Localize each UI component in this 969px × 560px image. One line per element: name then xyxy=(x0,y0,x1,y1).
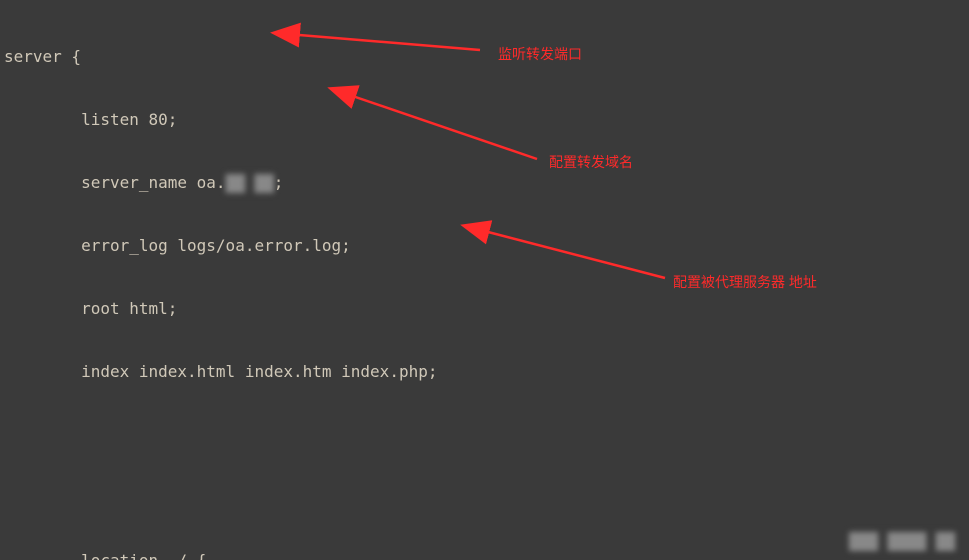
code-line: error_log logs/oa.error.log; xyxy=(4,235,969,256)
code-line: listen 80; xyxy=(4,109,969,130)
redacted-text: ██ ██ xyxy=(226,173,274,194)
code-line: server_name oa.██ ██; xyxy=(4,172,969,193)
code-text: server_name oa. xyxy=(4,173,226,192)
code-line xyxy=(4,487,969,508)
code-line: location / { xyxy=(4,550,969,560)
annotation-label: 配置转发域名 xyxy=(549,152,633,173)
redacted-text: ███ ████ ██ xyxy=(849,531,955,552)
code-line: root html; xyxy=(4,298,969,319)
annotation-label: 配置被代理服务器 地址 xyxy=(673,272,817,293)
code-text: ; xyxy=(274,173,284,192)
code-editor: server { listen 80; server_name oa.██ ██… xyxy=(0,0,969,560)
code-line: index index.html index.htm index.php; xyxy=(4,361,969,382)
code-line: server { xyxy=(4,46,969,67)
code-line xyxy=(4,424,969,445)
